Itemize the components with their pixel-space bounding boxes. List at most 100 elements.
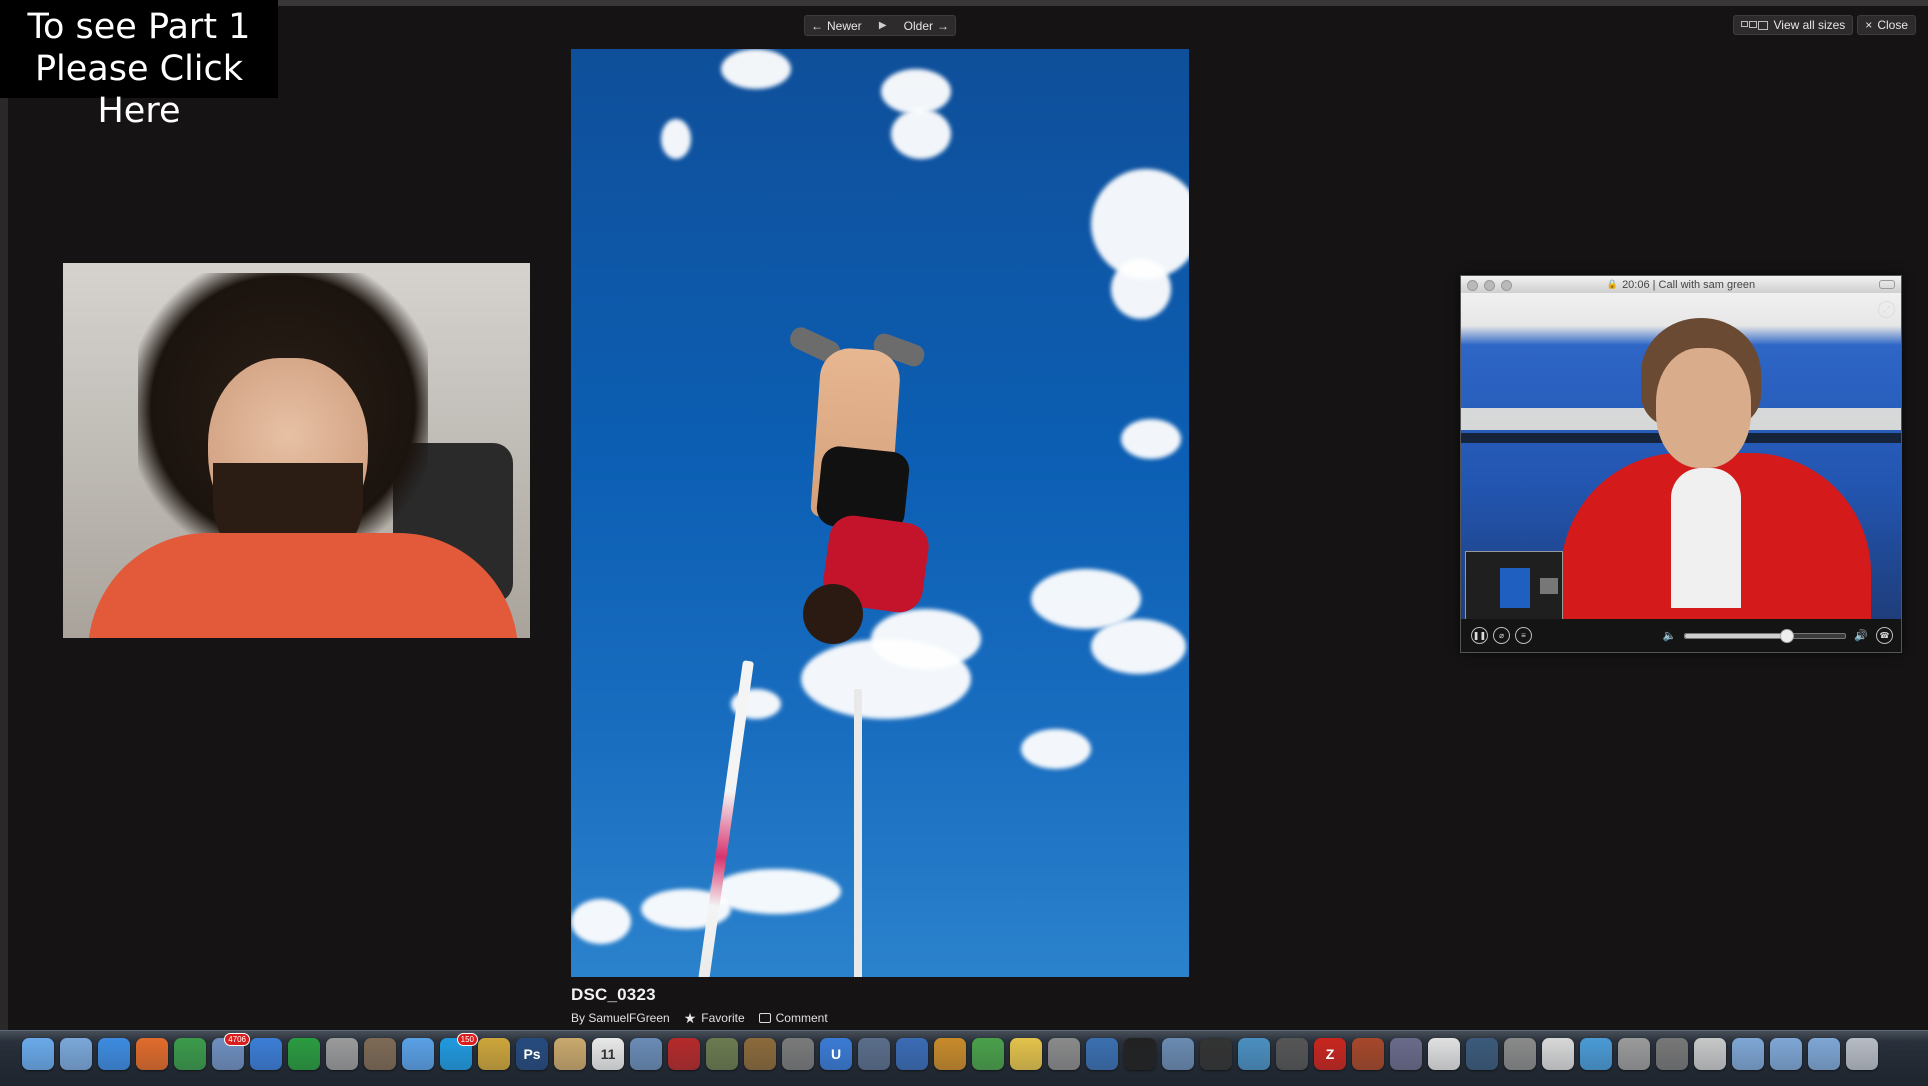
iphoto-app-icon[interactable] bbox=[706, 1038, 738, 1070]
spotify-app-icon[interactable] bbox=[288, 1038, 320, 1070]
zoom-window-button[interactable] bbox=[1501, 280, 1512, 291]
sparrow-app-icon[interactable] bbox=[478, 1038, 510, 1070]
filezilla-app-icon[interactable]: Z bbox=[1314, 1038, 1346, 1070]
lock-icon: 🔒 bbox=[1606, 279, 1619, 289]
cyberduck-app-icon[interactable] bbox=[1276, 1038, 1308, 1070]
window-left-edge bbox=[0, 0, 8, 1030]
newer-button[interactable]: ← Newer bbox=[811, 19, 862, 33]
volume-knob[interactable] bbox=[1780, 628, 1795, 643]
screenflow-app-icon[interactable] bbox=[858, 1038, 890, 1070]
photoshop-app-icon[interactable]: Ps bbox=[516, 1038, 548, 1070]
close-icon: × bbox=[1865, 18, 1873, 32]
timemachine-app-icon[interactable] bbox=[1466, 1038, 1498, 1070]
favorite-button[interactable]: ★ Favorite bbox=[684, 1011, 745, 1025]
skype-app-icon[interactable]: 150 bbox=[440, 1033, 478, 1070]
dock-glyph: Ps bbox=[523, 1046, 541, 1062]
textedit-app-icon[interactable] bbox=[1542, 1038, 1574, 1070]
toolbox-app-icon[interactable] bbox=[934, 1038, 966, 1070]
comment-button[interactable]: Comment bbox=[758, 1011, 828, 1025]
older-label: Older bbox=[903, 18, 933, 33]
quicktime-app-icon[interactable] bbox=[1086, 1038, 1118, 1070]
preview-app-icon[interactable] bbox=[630, 1038, 662, 1070]
dvd-app-icon[interactable] bbox=[1124, 1038, 1156, 1070]
favorite-label: Favorite bbox=[701, 1011, 745, 1025]
stickies-app-icon[interactable] bbox=[1010, 1038, 1042, 1070]
main-photo[interactable] bbox=[571, 49, 1189, 977]
older-button[interactable]: Older → bbox=[904, 19, 949, 33]
dock: 4706 150 Ps 11 U Z bbox=[0, 1030, 1928, 1086]
notes-app-icon[interactable] bbox=[554, 1038, 586, 1070]
cloud bbox=[711, 869, 841, 914]
keynote-app-icon[interactable] bbox=[364, 1038, 396, 1070]
view-all-sizes-button[interactable]: View all sizes bbox=[1733, 15, 1854, 35]
photobooth-app-icon[interactable] bbox=[668, 1038, 700, 1070]
chrome-app-icon[interactable] bbox=[174, 1038, 206, 1070]
documents-folder-icon[interactable] bbox=[1808, 1038, 1840, 1070]
pause-icon[interactable]: ❚❚ bbox=[1471, 627, 1488, 644]
calendar-app-icon[interactable]: 11 bbox=[592, 1038, 624, 1070]
cloud bbox=[871, 609, 981, 669]
downloads-folder-icon[interactable] bbox=[1770, 1038, 1802, 1070]
twitter-app-icon[interactable] bbox=[1580, 1038, 1612, 1070]
arrow-right-icon: → bbox=[936, 18, 949, 33]
play-slideshow-icon[interactable]: ▶ bbox=[879, 20, 887, 31]
utorrent-app-icon[interactable]: U bbox=[820, 1038, 852, 1070]
system-preferences-app-icon[interactable] bbox=[1504, 1038, 1536, 1070]
itunes-app-icon[interactable] bbox=[250, 1038, 282, 1070]
photo-caption: DSC_0323 By SamuelFGreen ★ Favorite Comm… bbox=[571, 985, 1071, 1025]
garageband-app-icon[interactable] bbox=[744, 1038, 776, 1070]
volume-slider[interactable] bbox=[1684, 628, 1847, 643]
applications-folder-icon[interactable] bbox=[1732, 1038, 1764, 1070]
dock-badge: 150 bbox=[456, 1033, 478, 1046]
trash-icon[interactable] bbox=[1846, 1038, 1878, 1070]
documents-stack-icon[interactable] bbox=[1694, 1038, 1726, 1070]
imovie-app-icon[interactable] bbox=[782, 1038, 814, 1070]
part-one-overlay[interactable]: To see Part 1 Please Click Here bbox=[0, 0, 278, 131]
mail-app-icon[interactable]: 4706 bbox=[212, 1033, 250, 1070]
flickr-uploader-app-icon[interactable] bbox=[896, 1038, 928, 1070]
menu-icon[interactable]: ≡ bbox=[1515, 627, 1532, 644]
ichat-app-icon[interactable] bbox=[402, 1038, 434, 1070]
skype-titlebar[interactable]: 🔒 20:06 | Call with sam green bbox=[1461, 276, 1901, 293]
close-window-button[interactable] bbox=[1467, 280, 1478, 291]
dock-glyph: Z bbox=[1325, 1046, 1335, 1062]
fullscreen-icon[interactable]: ⤢ bbox=[1878, 301, 1895, 318]
script-editor-app-icon[interactable] bbox=[1618, 1038, 1650, 1070]
close-label: Close bbox=[1877, 18, 1908, 32]
maps-app-icon[interactable] bbox=[972, 1038, 1004, 1070]
pages-app-icon[interactable] bbox=[1428, 1038, 1460, 1070]
photo-top-actions: View all sizes × Close bbox=[1733, 15, 1916, 35]
mute-icon[interactable]: ⌀ bbox=[1493, 627, 1510, 644]
remote-video: ⤢ bbox=[1461, 293, 1901, 619]
xcode-app-icon[interactable] bbox=[1162, 1038, 1194, 1070]
firefox-app-icon[interactable] bbox=[136, 1038, 168, 1070]
textmate-app-icon[interactable] bbox=[1390, 1038, 1422, 1070]
photo-navigation: ← Newer ▶ Older → bbox=[804, 15, 956, 36]
photo-meta: By SamuelFGreen ★ Favorite Comment bbox=[571, 1011, 1071, 1025]
party-app-icon[interactable] bbox=[1352, 1038, 1384, 1070]
overlay-line-2: Please Click Here bbox=[34, 49, 244, 131]
cloud bbox=[891, 109, 951, 159]
itunes-connect-app-icon[interactable] bbox=[1238, 1038, 1270, 1070]
safari-app-icon[interactable] bbox=[98, 1038, 130, 1070]
activity-monitor-app-icon[interactable] bbox=[1656, 1038, 1688, 1070]
close-button[interactable]: × Close bbox=[1857, 15, 1916, 35]
finder-app-icon[interactable] bbox=[22, 1038, 54, 1070]
photo-byline[interactable]: By SamuelFGreen bbox=[571, 1011, 670, 1025]
storyteller-app-icon[interactable] bbox=[1200, 1038, 1232, 1070]
pencil-app-icon[interactable] bbox=[326, 1038, 358, 1070]
utilities-app-icon[interactable] bbox=[1048, 1038, 1080, 1070]
star-icon: ★ bbox=[683, 1010, 697, 1026]
newer-label: Newer bbox=[827, 18, 862, 33]
remote-person-shirt bbox=[1671, 468, 1741, 608]
toolbar-toggle-button[interactable] bbox=[1879, 280, 1895, 289]
volume-control: 🔈 🔊 ☎ bbox=[1663, 627, 1893, 644]
pip-photo bbox=[1500, 568, 1530, 608]
menu-bar-strip bbox=[0, 0, 1928, 6]
bar-standard bbox=[854, 689, 862, 977]
local-webcam-video bbox=[63, 263, 530, 638]
launchpad-app-icon[interactable] bbox=[60, 1038, 92, 1070]
call-title: 20:06 | Call with sam green bbox=[1622, 278, 1756, 291]
end-call-icon[interactable]: ☎ bbox=[1876, 627, 1893, 644]
minimize-window-button[interactable] bbox=[1484, 280, 1495, 291]
